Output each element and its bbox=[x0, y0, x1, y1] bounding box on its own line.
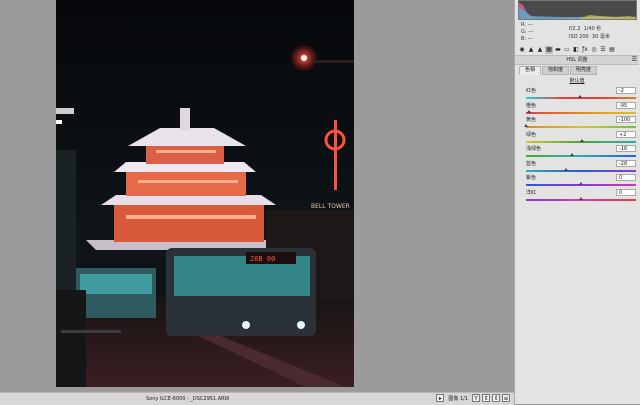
slider-track[interactable] bbox=[526, 155, 636, 157]
slider-row: 洋红 0 bbox=[526, 188, 636, 204]
tab-luminance[interactable]: 明亮度 bbox=[570, 66, 598, 75]
menu-button[interactable]: ≡ bbox=[502, 394, 510, 402]
histogram-graph bbox=[519, 1, 636, 19]
slider-value-input[interactable]: -28 bbox=[616, 159, 636, 167]
slider-value-input[interactable]: 0 bbox=[616, 174, 636, 181]
tab-hue[interactable]: 色相 bbox=[519, 66, 542, 75]
slider-label: 浅绿色 bbox=[526, 146, 542, 152]
slider-row: 浅绿色 -16 bbox=[526, 145, 636, 160]
slider-value-input[interactable]: -2 bbox=[616, 87, 636, 94]
slider-value-input[interactable]: -95 bbox=[616, 101, 636, 109]
filename-label: Sony ILCE-6000 - _DSC2951.ARW bbox=[146, 396, 230, 402]
focal-value: 30 毫米 bbox=[591, 34, 610, 40]
adjustment-panel: R: --- G: --- B: --- f/2.2 1/40 秒 ISO 20… bbox=[514, 0, 640, 404]
hsl-tabs: 色相 饱和度 明亮度 bbox=[519, 66, 598, 75]
slider-row: 绿色 +2 bbox=[526, 130, 636, 146]
camera-calibration-icon[interactable]: ◎ bbox=[590, 46, 598, 54]
slider-value-input[interactable]: 0 bbox=[616, 188, 636, 196]
shutter-value: 1/40 秒 bbox=[583, 26, 602, 32]
slider-track[interactable] bbox=[526, 111, 636, 114]
slider-label: 红色 bbox=[526, 88, 537, 94]
slider-row: 红色 -2 bbox=[526, 87, 636, 102]
slider-thumb[interactable] bbox=[563, 167, 568, 171]
slider-thumb[interactable] bbox=[524, 124, 528, 127]
status-controls: ▸ 图像 1/1 Y ⇕ ⇕ ≡ bbox=[436, 394, 510, 402]
panel-header: HSL 调整 ☰ bbox=[515, 55, 639, 65]
slider-value-input[interactable]: +2 bbox=[616, 130, 636, 138]
svg-text:BELL TOWER: BELL TOWER bbox=[311, 203, 350, 210]
detail-icon[interactable]: ▭ bbox=[563, 46, 571, 54]
slider-label: 绿色 bbox=[526, 131, 537, 138]
slider-label: 洋红 bbox=[526, 189, 537, 196]
aperture-value: f/2.2 bbox=[569, 26, 581, 32]
panel-toolbar: ◉ ▲ ▲ ▦ ▬ ▭ ◧ ƒx ◎ ☰ ▤ bbox=[518, 45, 638, 54]
slider-thumb[interactable] bbox=[580, 138, 585, 142]
aperture-icon[interactable]: ◉ bbox=[518, 46, 526, 54]
slider-thumb[interactable] bbox=[577, 95, 582, 98]
image-canvas[interactable]: BELL TOWER 26B 00 bbox=[0, 0, 514, 392]
default-link[interactable]: 默认值 bbox=[515, 77, 639, 84]
slider-thumb[interactable] bbox=[526, 109, 531, 113]
histogram bbox=[518, 0, 637, 20]
night-city-photo: BELL TOWER 26B 00 bbox=[56, 0, 354, 387]
snapshots-icon[interactable]: ▤ bbox=[608, 46, 616, 54]
slider-value-input[interactable]: -100 bbox=[616, 116, 636, 123]
split-tone-icon[interactable]: ▬ bbox=[554, 46, 562, 54]
slider-thumb[interactable] bbox=[579, 182, 583, 185]
g-label: G: bbox=[521, 29, 527, 35]
slider-row: 黄色 -100 bbox=[524, 116, 636, 131]
panel-menu-icon[interactable]: ☰ bbox=[632, 56, 637, 64]
slider-label: 橙色 bbox=[526, 102, 537, 109]
slider-row: 紫色 0 bbox=[526, 174, 636, 189]
r-label: R: bbox=[521, 22, 527, 28]
slider-label: 黄色 bbox=[526, 117, 537, 123]
status-arrow-button[interactable]: ▸ bbox=[436, 394, 445, 402]
photo-preview[interactable]: BELL TOWER 26B 00 bbox=[56, 0, 354, 387]
r-value: --- bbox=[527, 22, 534, 28]
slider-thumb[interactable] bbox=[570, 153, 575, 156]
slider-label: 蓝色 bbox=[526, 160, 537, 167]
slider-track[interactable] bbox=[526, 169, 636, 172]
panel-title: HSL 调整 bbox=[566, 57, 588, 63]
svg-text:26B 00: 26B 00 bbox=[250, 255, 275, 263]
slider-value-input[interactable]: -16 bbox=[616, 145, 636, 152]
slider-row: 橙色 -95 bbox=[526, 101, 636, 117]
slider-row: 蓝色 -28 bbox=[526, 159, 636, 175]
iso-value: ISO 200 bbox=[569, 34, 589, 40]
camera-readout: R: --- G: --- B: --- f/2.2 1/40 秒 ISO 20… bbox=[521, 22, 637, 44]
zoom-button[interactable]: ⇕ bbox=[482, 394, 490, 402]
b-label: B: bbox=[521, 36, 527, 42]
fit-button[interactable]: ⇕ bbox=[492, 394, 500, 402]
b-value: --- bbox=[527, 36, 534, 42]
presets-icon[interactable]: ☰ bbox=[599, 46, 607, 54]
slider-label: 紫色 bbox=[526, 175, 537, 181]
status-bar: Sony ILCE-6000 - _DSC2951.ARW ▸ 图像 1/1 Y… bbox=[0, 392, 514, 405]
tab-saturation[interactable]: 饱和度 bbox=[542, 66, 570, 75]
filter-button[interactable]: Y bbox=[472, 394, 480, 402]
tone-curve-icon[interactable]: ▲ bbox=[527, 46, 535, 54]
page-indicator: 图像 1/1 bbox=[448, 395, 468, 402]
hsl-icon[interactable]: ▦ bbox=[545, 45, 553, 54]
slider-thumb[interactable] bbox=[579, 196, 583, 200]
fx-icon[interactable]: ƒx bbox=[581, 46, 589, 54]
slider-track[interactable] bbox=[526, 126, 636, 128]
lens-icon[interactable]: ◧ bbox=[572, 46, 580, 54]
g-value: --- bbox=[528, 29, 534, 35]
mountain-icon[interactable]: ▲ bbox=[536, 46, 544, 54]
